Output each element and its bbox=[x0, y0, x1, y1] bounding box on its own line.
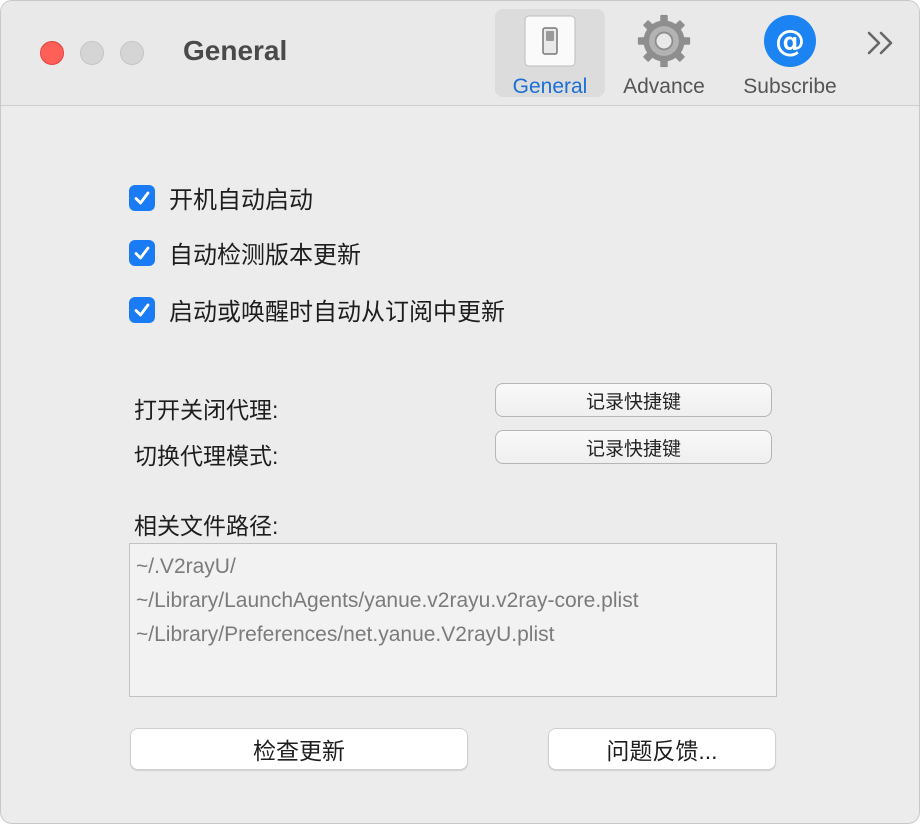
preferences-window: General General Advance @ Subscribe 开机自动… bbox=[0, 0, 920, 824]
tab-general-label: General bbox=[512, 75, 588, 98]
update-subscription-checkbox[interactable] bbox=[129, 296, 155, 323]
file-path: ~/Library/LaunchAgents/yanue.v2rayu.v2ra… bbox=[136, 589, 639, 612]
check-updates-checkbox[interactable] bbox=[129, 239, 155, 266]
tab-advance[interactable]: Advance bbox=[612, 9, 716, 98]
tab-subscribe-label: Subscribe bbox=[743, 75, 837, 98]
file-path: ~/Library/Preferences/net.yanue.V2rayU.p… bbox=[136, 623, 555, 646]
files-label: 相关文件路径: bbox=[134, 513, 279, 539]
file-path: ~/.V2rayU/ bbox=[136, 555, 236, 578]
tab-general[interactable]: General bbox=[495, 9, 605, 98]
double-chevron-right-icon[interactable] bbox=[863, 25, 897, 61]
check-update-button[interactable]: 检查更新 bbox=[130, 728, 468, 770]
close-button[interactable] bbox=[40, 41, 64, 65]
window-title: General bbox=[183, 35, 288, 66]
file-paths-box[interactable]: ~/.V2rayU/ ~/Library/LaunchAgents/yanue.… bbox=[129, 543, 777, 697]
option-launch-at-login[interactable]: 开机自动启动 bbox=[129, 180, 313, 215]
option-update-subscription[interactable]: 启动或唤醒时自动从订阅中更新 bbox=[129, 292, 505, 327]
option-check-updates[interactable]: 自动检测版本更新 bbox=[129, 235, 361, 270]
switch-icon bbox=[522, 13, 578, 69]
tab-advance-label: Advance bbox=[623, 75, 705, 98]
toggle-proxy-label: 打开关闭代理: bbox=[134, 397, 279, 423]
at-sign-icon: @ bbox=[762, 13, 818, 69]
titlebar: General General Advance @ Subscribe bbox=[1, 1, 919, 106]
minimize-button[interactable] bbox=[80, 41, 104, 65]
svg-text:@: @ bbox=[775, 24, 805, 59]
option-label: 自动检测版本更新 bbox=[169, 242, 361, 269]
feedback-button[interactable]: 问题反馈... bbox=[548, 728, 776, 770]
record-switch-mode-shortcut-button[interactable]: 记录快捷键 bbox=[495, 430, 772, 464]
tab-subscribe[interactable]: @ Subscribe bbox=[731, 9, 849, 98]
launch-at-login-checkbox[interactable] bbox=[129, 184, 155, 211]
gear-icon bbox=[636, 13, 692, 69]
option-label: 开机自动启动 bbox=[169, 187, 313, 214]
zoom-button[interactable] bbox=[120, 41, 144, 65]
option-label: 启动或唤醒时自动从订阅中更新 bbox=[169, 299, 505, 326]
switch-mode-label: 切换代理模式: bbox=[134, 443, 279, 469]
record-toggle-proxy-shortcut-button[interactable]: 记录快捷键 bbox=[495, 383, 772, 417]
